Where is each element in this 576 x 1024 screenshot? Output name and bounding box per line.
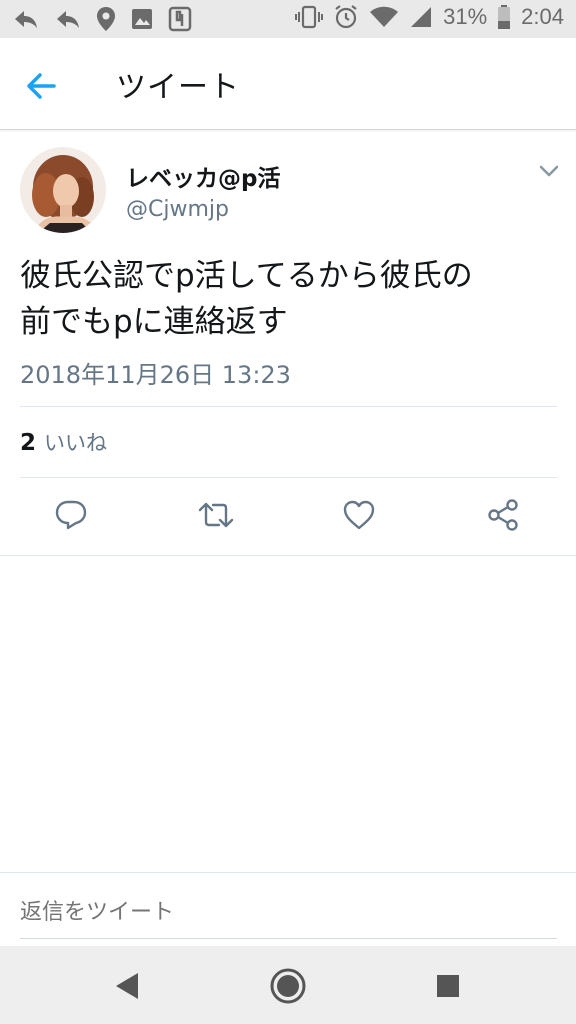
reply-input[interactable] — [20, 895, 557, 939]
page-title: ツイート — [116, 70, 240, 105]
tweet-timestamp: 2018年11月26日 13:23 — [20, 361, 291, 389]
nav-back-button[interactable] — [108, 966, 148, 1006]
avatar[interactable] — [20, 147, 106, 233]
system-indicators: 31% 2:04 — [295, 4, 564, 30]
triangle-back-icon — [116, 973, 138, 999]
back-button[interactable] — [24, 66, 72, 106]
retweet-button[interactable] — [197, 497, 234, 533]
signal-icon — [409, 5, 433, 29]
tweet-text-line: 前でもpに連絡返す — [20, 304, 288, 340]
divider — [0, 555, 576, 556]
avatar-image — [20, 147, 106, 233]
battery-icon — [497, 4, 511, 30]
reply-notification-icon — [12, 7, 40, 31]
clock: 2:04 — [521, 4, 564, 29]
tweet-text-line: 彼氏公認でp活してるから彼氏の — [20, 258, 473, 294]
display-name[interactable]: レベッカ@p活 — [126, 159, 280, 193]
reply-icon — [55, 500, 87, 530]
tweet-actions — [0, 477, 576, 555]
square-recents-icon — [437, 975, 459, 997]
app-notification-icon — [168, 6, 192, 32]
nav-recents-button[interactable] — [428, 966, 468, 1006]
nav-home-button[interactable] — [268, 966, 308, 1006]
likes-count-link[interactable]: 2 いいね — [20, 427, 107, 457]
likes-count: 2 — [20, 430, 37, 456]
image-icon — [130, 7, 154, 31]
system-navigation-bar — [0, 946, 576, 1024]
circle-home-icon — [270, 968, 306, 1004]
like-button[interactable] — [341, 497, 377, 533]
reply-button[interactable] — [53, 497, 89, 533]
share-icon — [488, 499, 518, 531]
alarm-icon — [333, 4, 359, 30]
reply-notification-icon-2 — [54, 7, 82, 31]
tweet-text: 彼氏公認でp活してるから彼氏の 前でもpに連絡返す — [20, 253, 560, 345]
divider — [20, 406, 557, 407]
battery-percent: 31% — [443, 4, 488, 29]
user-handle[interactable]: @Cjwmjp — [126, 197, 229, 222]
tweet-menu-button[interactable] — [538, 163, 560, 179]
wifi-icon — [369, 5, 399, 29]
app-bar: ツイート — [0, 38, 576, 130]
retweet-icon — [198, 502, 234, 528]
arrow-left-icon — [27, 73, 56, 99]
likes-label: いいね — [44, 431, 108, 455]
vibrate-icon — [295, 5, 324, 29]
chevron-down-icon — [539, 165, 559, 177]
location-icon — [96, 6, 116, 32]
reply-bar — [0, 872, 576, 946]
heart-icon — [343, 500, 375, 530]
status-bar: 31% 2:04 — [0, 0, 576, 38]
share-button[interactable] — [485, 497, 521, 533]
notification-icons — [12, 6, 192, 32]
